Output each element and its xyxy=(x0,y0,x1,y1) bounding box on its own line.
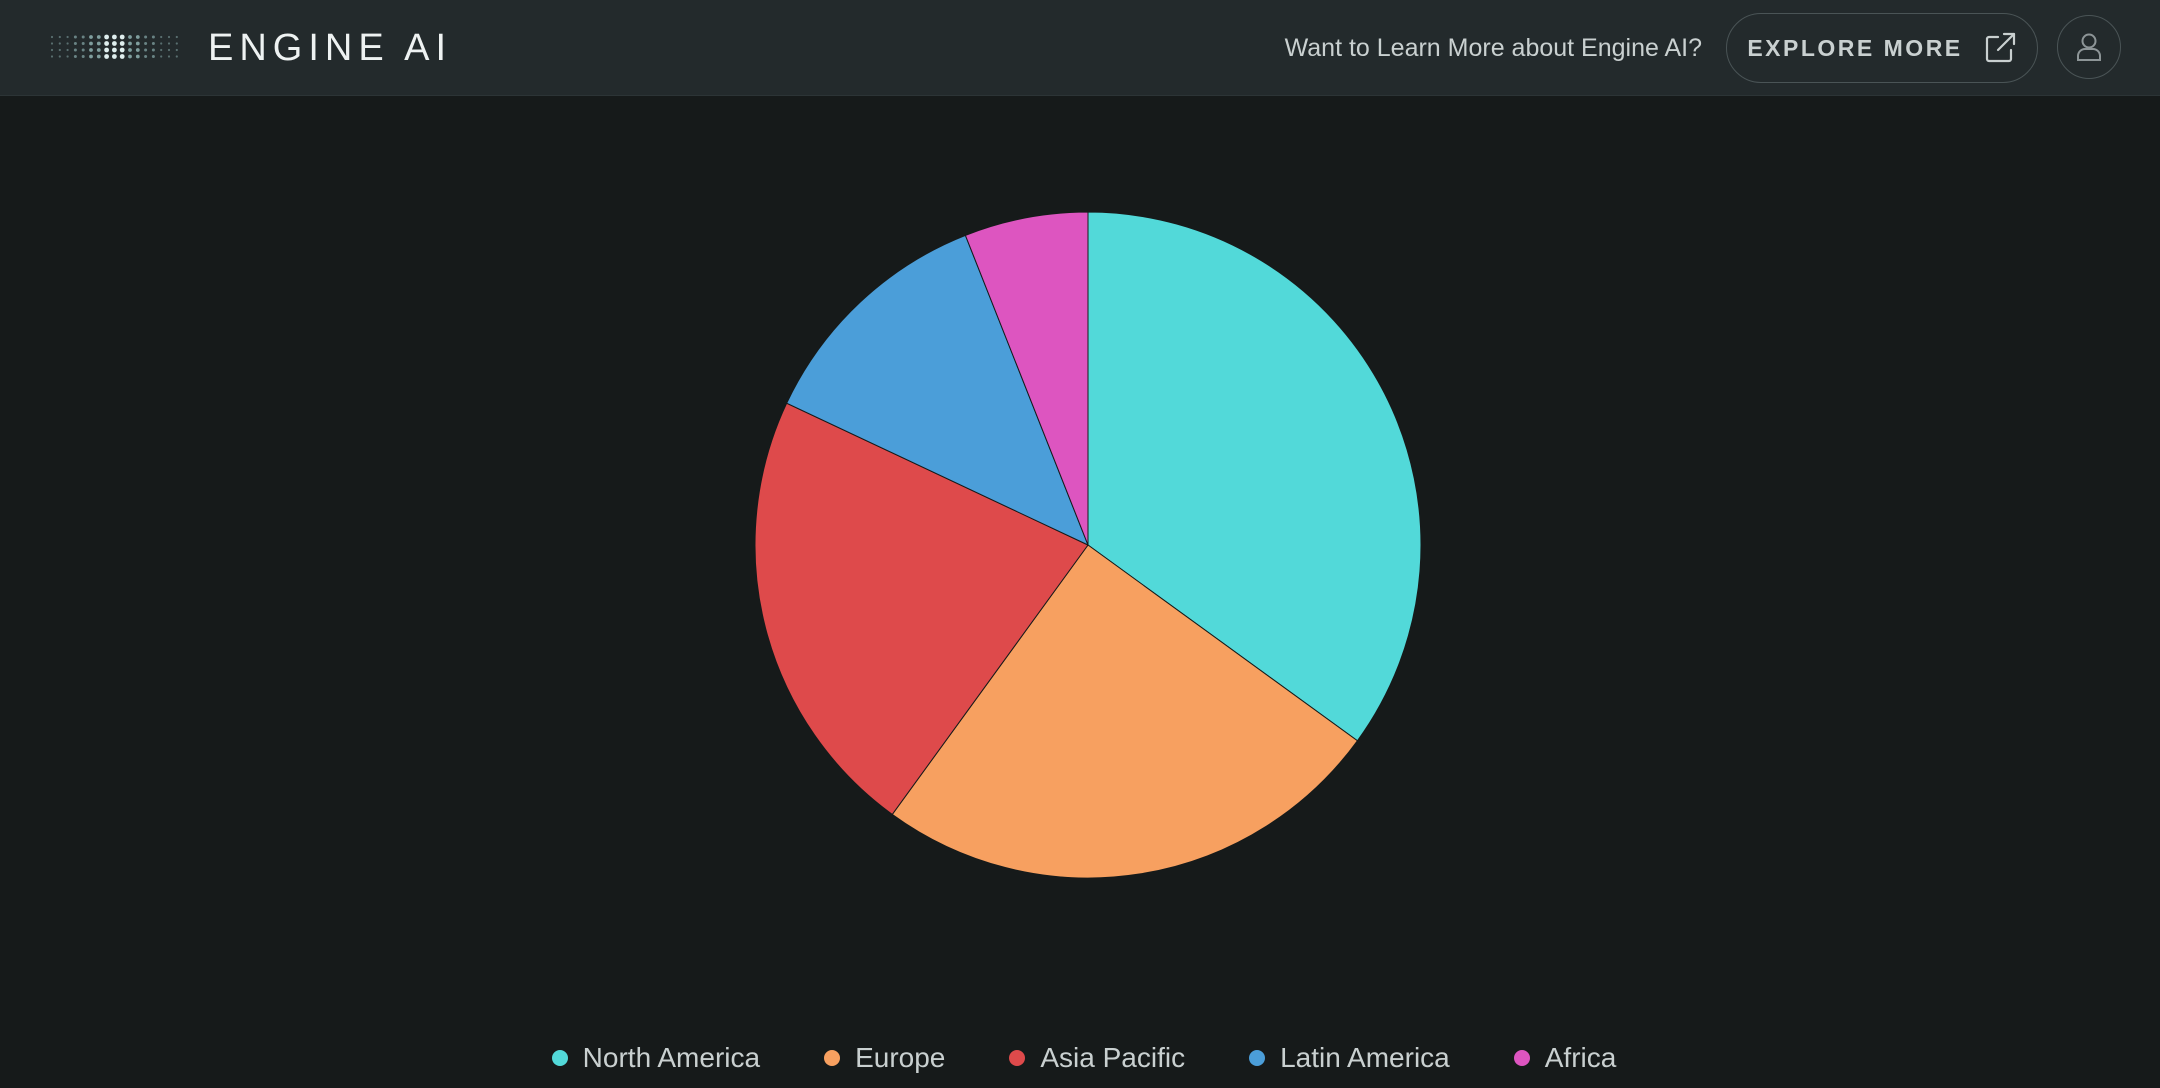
legend-item-africa[interactable]: Africa xyxy=(1513,1040,1617,1076)
legend-marker xyxy=(1009,1050,1026,1066)
legend-marker xyxy=(1513,1050,1530,1066)
legend-item-europe[interactable]: Europe xyxy=(824,1040,945,1076)
logo-dots-icon xyxy=(50,34,178,59)
legend-marker xyxy=(1249,1050,1266,1066)
legend-marker xyxy=(824,1050,841,1066)
legend-marker xyxy=(551,1050,568,1066)
chart-area: North America Europe Asia Pacific Latin Ame… xyxy=(0,96,2160,1088)
pie-chart xyxy=(754,211,1422,879)
top-navigation-bar: ENGINE AI Want to Learn More about Engin… xyxy=(0,0,2160,96)
legend-item-asia-pacific[interactable]: Asia Pacific xyxy=(1009,1040,1185,1076)
legend-label: Africa xyxy=(1544,1042,1617,1073)
legend-label: Latin America xyxy=(1280,1042,1450,1073)
explore-more-label: EXPLORE MORE xyxy=(1747,34,1963,61)
user-account-button[interactable] xyxy=(2057,15,2121,79)
promo-text: Want to Learn More about Engine AI? xyxy=(1284,34,1702,62)
legend-label: Asia Pacific xyxy=(1040,1042,1186,1073)
user-icon xyxy=(2077,33,2101,61)
chart-legend: North America Europe Asia Pacific Latin Ame… xyxy=(0,1038,2160,1078)
legend-label: North America xyxy=(582,1042,761,1073)
legend-label: Europe xyxy=(855,1042,946,1073)
legend-item-north-america[interactable]: North America xyxy=(551,1040,761,1076)
external-link-icon xyxy=(1985,32,2015,63)
brand-logo[interactable]: ENGINE AI xyxy=(208,24,452,72)
explore-more-button[interactable]: EXPLORE MORE xyxy=(1726,13,2038,83)
legend-item-latin-america[interactable]: Latin America xyxy=(1249,1040,1450,1076)
